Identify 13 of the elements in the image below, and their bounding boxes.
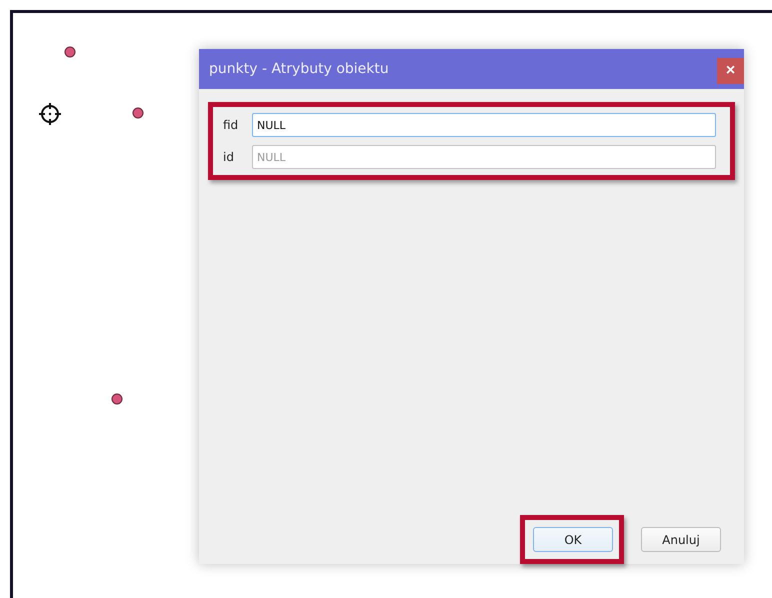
window-title: punkty - Atrybuty obiektu	[209, 61, 389, 77]
point-marker	[111, 393, 123, 405]
cancel-button[interactable]: Anuluj	[641, 527, 721, 552]
crosshair-icon	[38, 102, 62, 126]
close-button[interactable]: ×	[717, 58, 744, 84]
ok-button[interactable]: OK	[533, 527, 613, 552]
field-label: fid	[223, 118, 238, 132]
point-marker	[132, 107, 144, 119]
input-field[interactable]: NULL	[252, 113, 716, 137]
input-field[interactable]: NULL	[252, 145, 716, 169]
point-marker	[64, 46, 76, 58]
field-label: id	[223, 150, 235, 164]
map-canvas[interactable]: punkty - Atrybuty obiektu × fid NULL id NULL OK Anuluj	[10, 10, 772, 598]
